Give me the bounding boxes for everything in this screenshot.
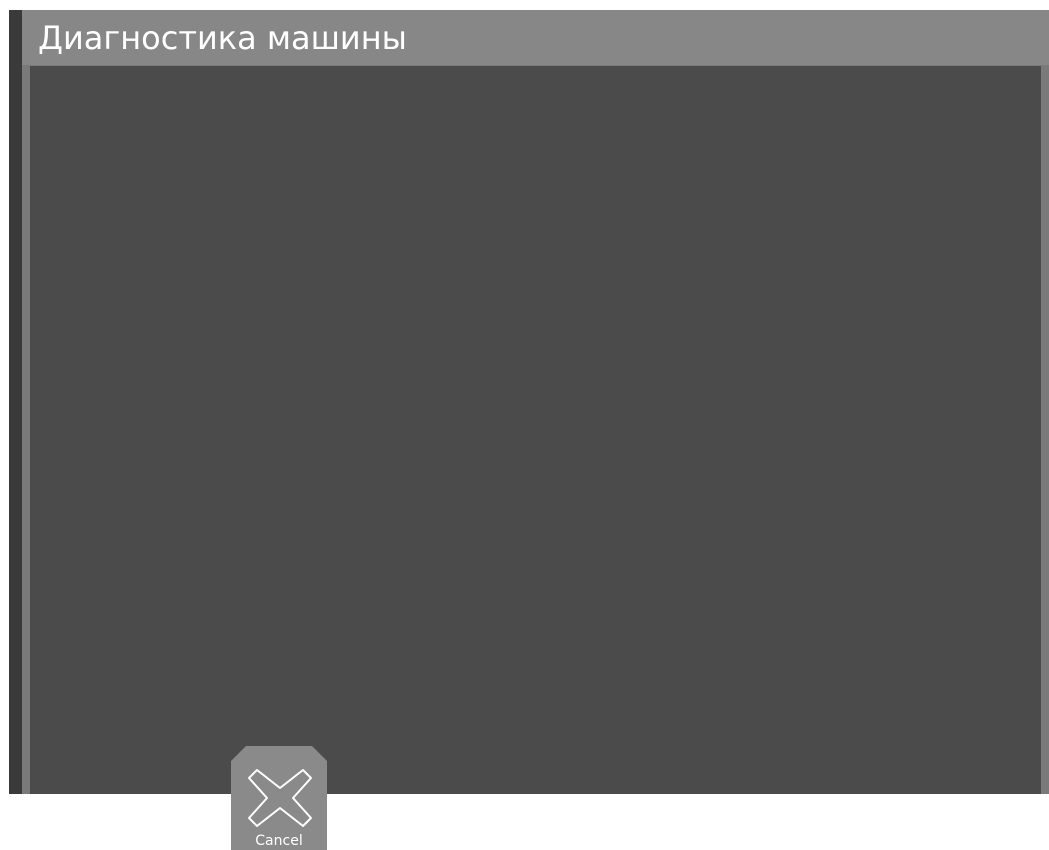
diagnostics-content-panel: Cancel bbox=[30, 66, 1041, 850]
close-x-icon bbox=[248, 769, 312, 827]
screen: Диагностика машины Cancel bbox=[0, 0, 1049, 850]
window-title: Диагностика машины bbox=[38, 19, 407, 57]
cancel-label: Cancel bbox=[255, 833, 303, 849]
cancel-button[interactable]: Cancel bbox=[231, 746, 327, 850]
diagnostics-window: Диагностика машины Cancel bbox=[22, 10, 1049, 850]
left-edge-strip bbox=[9, 10, 22, 794]
title-bar: Диагностика машины bbox=[22, 10, 1049, 65]
